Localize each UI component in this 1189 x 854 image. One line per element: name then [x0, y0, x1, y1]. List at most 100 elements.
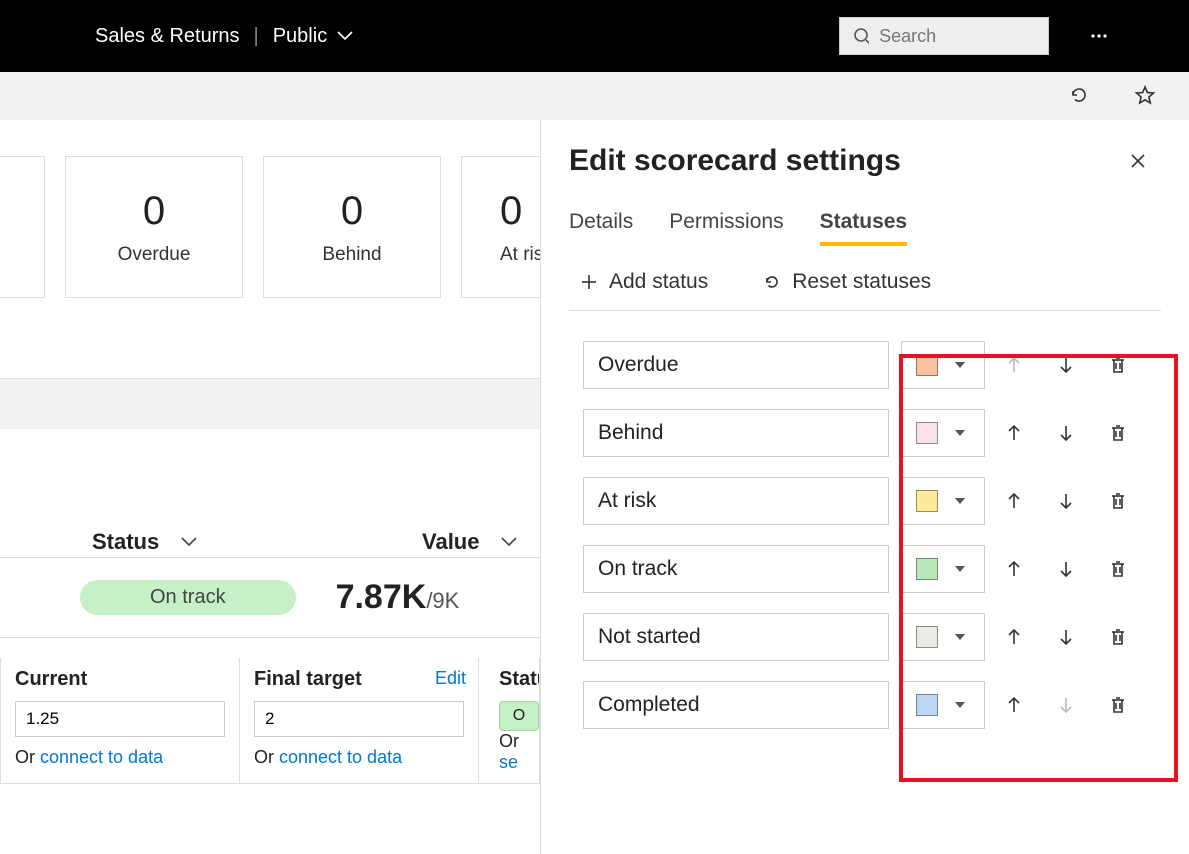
chevron-down-icon	[499, 532, 519, 552]
favorite-button[interactable]	[1123, 73, 1169, 119]
delete-button[interactable]	[1095, 614, 1141, 660]
move-down-button[interactable]	[1043, 614, 1089, 660]
status-name-input[interactable]: Completed	[583, 681, 889, 729]
column-status[interactable]: Status	[92, 529, 199, 555]
arrow-up-icon	[1004, 695, 1024, 715]
scope-label: Public	[273, 25, 327, 48]
connect-line: Or connect to data	[15, 747, 225, 768]
color-picker[interactable]	[901, 341, 985, 389]
arrow-down-icon	[1056, 491, 1076, 511]
reset-statuses-button[interactable]: Reset statuses	[762, 270, 931, 294]
delete-button[interactable]	[1095, 682, 1141, 728]
delete-button[interactable]	[1095, 342, 1141, 388]
add-status-button[interactable]: Add status	[579, 270, 708, 294]
color-swatch	[916, 694, 938, 716]
detail-status: Statu O Or se	[479, 658, 539, 783]
connect-line-partial: Or se	[499, 731, 525, 773]
color-swatch	[916, 558, 938, 580]
detail-label: Current	[15, 668, 225, 691]
reset-icon	[762, 272, 782, 292]
delete-button[interactable]	[1095, 478, 1141, 524]
search-input[interactable]	[879, 26, 1036, 47]
trash-icon	[1108, 627, 1128, 647]
move-up-button[interactable]	[991, 410, 1037, 456]
color-picker[interactable]	[901, 545, 985, 593]
refresh-button[interactable]	[1057, 73, 1103, 119]
color-picker[interactable]	[901, 409, 985, 457]
metric-value: 0	[341, 189, 363, 234]
panel-header: Edit scorecard settings	[569, 138, 1161, 184]
status-list: Overdue Behind At risk On track	[569, 335, 1161, 735]
caret-down-icon	[950, 355, 970, 375]
status-pill[interactable]: On track	[80, 580, 296, 615]
goal-row[interactable]: On track 7.87K/9K	[0, 558, 540, 638]
status-pill-small[interactable]: O	[499, 701, 539, 731]
connect-line: Or connect to data	[254, 747, 464, 768]
move-down-button[interactable]	[1043, 546, 1089, 592]
arrow-up-icon	[1004, 491, 1024, 511]
metric-value: 0	[500, 189, 522, 234]
move-up-button[interactable]	[991, 682, 1037, 728]
color-picker[interactable]	[901, 477, 985, 525]
move-down-button[interactable]	[1043, 410, 1089, 456]
trash-icon	[1108, 491, 1128, 511]
status-row: Not started	[583, 607, 1161, 667]
current-input[interactable]	[15, 701, 225, 737]
move-down-button[interactable]	[1043, 342, 1089, 388]
panel-tabs: Details Permissions Statuses	[569, 210, 1161, 246]
search-box[interactable]	[839, 17, 1049, 55]
move-up-button[interactable]	[991, 546, 1037, 592]
goals-table-header: Status Value	[0, 378, 540, 558]
card-edge-left	[0, 156, 45, 298]
target-input[interactable]	[254, 701, 464, 737]
caret-down-icon	[950, 491, 970, 511]
tab-statuses[interactable]: Statuses	[820, 210, 908, 246]
move-up-button[interactable]	[991, 614, 1037, 660]
breadcrumb: Sales & Returns | Public	[95, 25, 355, 48]
tab-details[interactable]: Details	[569, 210, 633, 246]
arrow-down-icon	[1056, 695, 1076, 715]
move-down-button[interactable]	[1043, 478, 1089, 524]
connect-link[interactable]: se	[499, 752, 518, 772]
trash-icon	[1108, 695, 1128, 715]
close-button[interactable]	[1115, 138, 1161, 184]
delete-button[interactable]	[1095, 546, 1141, 592]
close-icon	[1128, 151, 1148, 171]
status-name-input[interactable]: Overdue	[583, 341, 889, 389]
caret-down-icon	[950, 559, 970, 579]
more-button[interactable]	[1089, 26, 1109, 46]
status-row: Overdue	[583, 335, 1161, 395]
metric-label: Overdue	[118, 244, 191, 266]
edit-link[interactable]: Edit	[435, 668, 466, 689]
connect-link[interactable]: connect to data	[40, 747, 163, 767]
caret-down-icon	[950, 627, 970, 647]
move-up-button[interactable]	[991, 478, 1037, 524]
panel-actions: Add status Reset statuses	[569, 270, 1161, 311]
plus-icon	[579, 272, 599, 292]
column-label: Value	[422, 529, 479, 555]
tab-permissions[interactable]: Permissions	[669, 210, 783, 246]
trash-icon	[1108, 423, 1128, 443]
status-name-input[interactable]: On track	[583, 545, 889, 593]
connect-link[interactable]: connect to data	[279, 747, 402, 767]
detail-label: Final target	[254, 668, 464, 691]
color-picker[interactable]	[901, 681, 985, 729]
secondary-toolbar	[0, 72, 1189, 120]
scope-dropdown[interactable]: Public	[273, 25, 355, 48]
color-picker[interactable]	[901, 613, 985, 661]
goal-value: 7.87K/9K	[336, 578, 460, 617]
column-value[interactable]: Value	[422, 529, 519, 555]
delete-button[interactable]	[1095, 410, 1141, 456]
move-down-button	[1043, 682, 1089, 728]
metric-card-overdue[interactable]: 0 Overdue	[65, 156, 243, 298]
metric-card-behind[interactable]: 0 Behind	[263, 156, 441, 298]
status-name-input[interactable]: At risk	[583, 477, 889, 525]
color-swatch	[916, 626, 938, 648]
color-swatch	[916, 354, 938, 376]
goal-details: Current Or connect to data Final target …	[0, 658, 540, 784]
trash-icon	[1108, 355, 1128, 375]
more-icon	[1089, 26, 1109, 46]
status-name-input[interactable]: Not started	[583, 613, 889, 661]
arrow-down-icon	[1056, 627, 1076, 647]
status-name-input[interactable]: Behind	[583, 409, 889, 457]
